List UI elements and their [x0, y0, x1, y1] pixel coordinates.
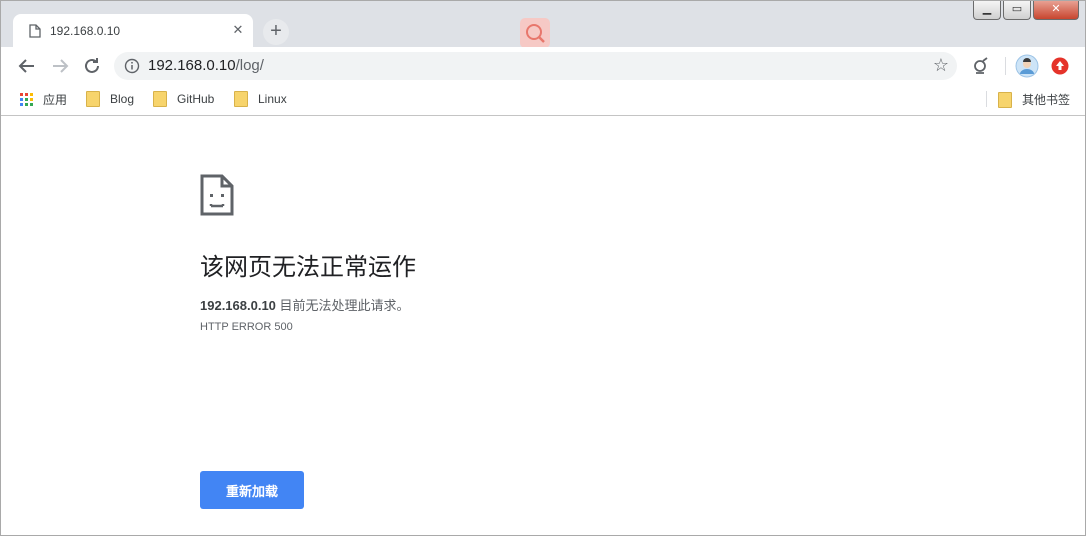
- reload-icon[interactable]: [80, 54, 104, 78]
- bookmark-github[interactable]: GitHub: [153, 91, 214, 107]
- extension-icon[interactable]: [969, 54, 993, 78]
- apps-grid-icon: [20, 92, 34, 107]
- search-icon: [520, 18, 550, 48]
- forward-icon[interactable]: [48, 54, 72, 78]
- bookmark-blog[interactable]: Blog: [86, 91, 134, 107]
- error-host: 192.168.0.10: [200, 298, 276, 313]
- bookmark-label: GitHub: [177, 92, 215, 106]
- tab-strip: 192.168.0.10 ✕ + ▁ ▭ ✕: [1, 1, 1085, 48]
- folder-icon: [86, 91, 100, 107]
- error-code: HTTP ERROR 500: [200, 321, 293, 333]
- bookmarks-bar: 应用 Blog GitHub Linux 其他书签: [1, 84, 1085, 116]
- maximize-button[interactable]: ▭: [1003, 1, 1031, 20]
- toolbar: 192.168.0.10/log/ ☆: [1, 47, 1085, 84]
- bookmark-linux[interactable]: Linux: [234, 91, 287, 107]
- info-icon[interactable]: [124, 58, 140, 79]
- url-path: /log/: [235, 57, 264, 74]
- bookmark-label: Linux: [258, 92, 287, 106]
- bookmark-apps-label: 应用: [43, 93, 68, 107]
- bookmarks-divider: [986, 91, 987, 107]
- window-controls: ▁ ▭ ✕: [973, 1, 1079, 20]
- minimize-button[interactable]: ▁: [973, 1, 1001, 20]
- sad-page-icon: [200, 174, 234, 221]
- bookmark-other[interactable]: 其他书签: [998, 91, 1070, 108]
- bookmark-star-icon[interactable]: ☆: [933, 55, 949, 76]
- tab-title: 192.168.0.10: [50, 24, 121, 38]
- error-message-text: 目前无法处理此请求。: [279, 298, 410, 313]
- tab-close-icon[interactable]: ✕: [229, 21, 247, 39]
- reload-button[interactable]: 重新加载: [200, 471, 304, 509]
- url-text[interactable]: 192.168.0.10/log/: [148, 57, 264, 74]
- back-icon[interactable]: [15, 54, 39, 78]
- folder-icon: [234, 91, 248, 107]
- bookmark-other-label: 其他书签: [1022, 93, 1071, 107]
- new-tab-button[interactable]: +: [263, 19, 289, 45]
- address-bar[interactable]: 192.168.0.10/log/ ☆: [114, 52, 957, 80]
- page-title: 该网页无法正常运作: [200, 254, 416, 281]
- upload-extension-icon[interactable]: [1048, 54, 1072, 78]
- page-content: 该网页无法正常运作 192.168.0.10 目前无法处理此请求。 HTTP E…: [1, 116, 1085, 535]
- bookmark-label: Blog: [110, 92, 135, 106]
- page-icon: [29, 24, 41, 43]
- toolbar-divider: [1005, 57, 1006, 75]
- url-host: 192.168.0.10: [148, 57, 236, 74]
- folder-icon: [998, 91, 1012, 108]
- avatar[interactable]: [1015, 54, 1039, 78]
- close-window-button[interactable]: ✕: [1033, 1, 1079, 20]
- folder-icon: [153, 91, 167, 107]
- tab-active[interactable]: 192.168.0.10 ✕: [13, 14, 253, 47]
- error-message: 192.168.0.10 目前无法处理此请求。: [200, 295, 410, 314]
- browser-window: 192.168.0.10 ✕ + ▁ ▭ ✕ 192.168.0.10/log/: [0, 0, 1086, 536]
- bookmark-apps[interactable]: 应用: [20, 91, 67, 108]
